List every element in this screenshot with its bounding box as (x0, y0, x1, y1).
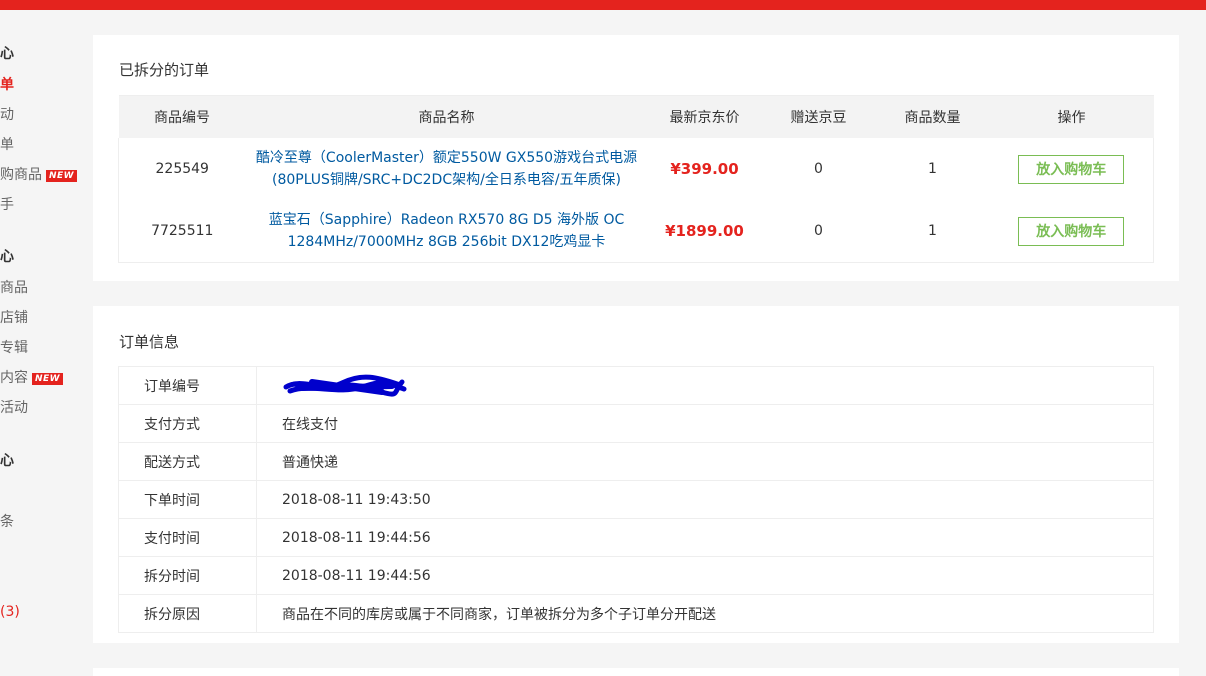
table-row: 225549 酷冷至尊（CoolerMaster）额定550W GX550游戏台… (118, 138, 1154, 200)
sidebar-item-list[interactable]: 单 (0, 135, 14, 155)
sidebar-item-hand[interactable]: 手 (0, 195, 14, 215)
info-key: 拆分时间 (118, 556, 257, 595)
table-header-row: 商品编号 商品名称 最新京东价 赠送京豆 商品数量 操作 (118, 95, 1154, 138)
redaction-scribble (283, 374, 407, 397)
product-beans: 0 (761, 200, 876, 263)
info-row-order-time: 下单时间 2018-08-11 19:43:50 (118, 480, 1154, 519)
split-orders-card: 已拆分的订单 商品编号 商品名称 最新京东价 赠送京豆 商品数量 操作 2255… (93, 35, 1179, 281)
sidebar-item-purchased[interactable]: 购商品 NEW (0, 165, 78, 185)
sidebar-item-content[interactable]: 内容 NEW (0, 368, 64, 388)
sidebar-item-count[interactable]: (3) (0, 602, 20, 622)
info-key: 支付方式 (118, 404, 257, 443)
col-header-name: 商品名称 (245, 95, 648, 138)
info-row-split-reason: 拆分原因 商品在不同的库房或属于不同商家，订单被拆分为多个子订单分开配送 (118, 594, 1154, 633)
sidebar-item-albums[interactable]: 专辑 (0, 338, 28, 358)
info-key: 订单编号 (118, 366, 257, 405)
product-name-cell: 酷冷至尊（CoolerMaster）额定550W GX550游戏台式电源 (80P… (246, 138, 648, 200)
info-value: 2018-08-11 19:44:56 (256, 518, 1154, 557)
product-id: 7725511 (118, 200, 246, 263)
col-header-beans: 赠送京豆 (761, 95, 876, 138)
sidebar-item-orders[interactable]: 单 (0, 75, 14, 95)
sidebar-item-messages[interactable]: 条 (0, 512, 14, 532)
info-value: 在线支付 (256, 404, 1154, 443)
new-badge: NEW (46, 170, 78, 182)
info-key: 下单时间 (118, 480, 257, 519)
product-name-link[interactable]: 蓝宝石（Sapphire）Radeon RX570 8G D5 海外版 OC 12… (247, 209, 647, 253)
info-row-delivery-method: 配送方式 普通快递 (118, 442, 1154, 481)
info-row-payment-time: 支付时间 2018-08-11 19:44:56 (118, 518, 1154, 557)
sidebar-item-shops[interactable]: 店铺 (0, 308, 28, 328)
split-orders-table: 商品编号 商品名称 最新京东价 赠送京豆 商品数量 操作 225549 酷冷至尊… (118, 95, 1154, 263)
info-key: 拆分原因 (118, 594, 257, 633)
product-beans: 0 (814, 161, 823, 177)
info-value: 普通快递 (256, 442, 1154, 481)
sidebar-item-products[interactable]: 商品 (0, 278, 28, 298)
info-value: 2018-08-11 19:43:50 (256, 480, 1154, 519)
order-info-card: 订单信息 订单编号 支付方式 在线支付 配送方式 普通快递 下单时间 2018-… (93, 306, 1179, 643)
sidebar-section-header-1: 心 (0, 46, 14, 62)
next-card (93, 668, 1179, 676)
sidebar-section-header-3: 心 (0, 453, 14, 469)
add-to-cart-button[interactable]: 放入购物车 (1018, 154, 1125, 184)
table-row: 7725511 蓝宝石（Sapphire）Radeon RX570 8G D5 … (118, 200, 1154, 263)
product-name-link[interactable]: 酷冷至尊（CoolerMaster）额定550W GX550游戏台式电源 (80P… (247, 147, 647, 191)
sidebar-section-header-2: 心 (0, 249, 14, 265)
product-price: ¥1899.00 (647, 200, 762, 263)
info-key: 支付时间 (118, 518, 257, 557)
col-header-id: 商品编号 (118, 95, 246, 138)
info-value: 2018-08-11 19:44:56 (256, 556, 1154, 595)
action-cell: 放入购物车 (989, 200, 1154, 263)
col-header-qty: 商品数量 (875, 95, 990, 138)
sidebar-item-events[interactable]: 活动 (0, 398, 28, 418)
new-badge: NEW (32, 373, 64, 385)
add-to-cart-button[interactable]: 放入购物车 (1018, 216, 1125, 246)
product-qty: 1 (875, 200, 990, 263)
order-info-title: 订单信息 (119, 333, 180, 351)
product-qty: 1 (928, 161, 937, 177)
info-key: 配送方式 (118, 442, 257, 481)
col-header-price: 最新京东价 (647, 95, 762, 138)
info-row-split-time: 拆分时间 2018-08-11 19:44:56 (118, 556, 1154, 595)
order-info-table: 订单编号 支付方式 在线支付 配送方式 普通快递 下单时间 2018-08-11… (118, 366, 1154, 633)
info-row-payment-method: 支付方式 在线支付 (118, 404, 1154, 443)
action-cell: 放入购物车 (989, 138, 1154, 200)
sidebar-item-activity[interactable]: 动 (0, 105, 14, 125)
info-value-redacted (256, 366, 1154, 405)
product-id: 225549 (118, 138, 246, 200)
info-value: 商品在不同的库房或属于不同商家，订单被拆分为多个子订单分开配送 (256, 594, 1154, 633)
split-orders-title: 已拆分的订单 (119, 61, 210, 79)
product-name-cell: 蓝宝石（Sapphire）Radeon RX570 8G D5 海外版 OC 12… (245, 200, 648, 263)
product-price: ¥399.00 (670, 160, 739, 178)
col-header-action: 操作 (989, 95, 1154, 138)
info-row-order-number: 订单编号 (118, 366, 1154, 405)
top-brand-bar (0, 0, 1206, 10)
